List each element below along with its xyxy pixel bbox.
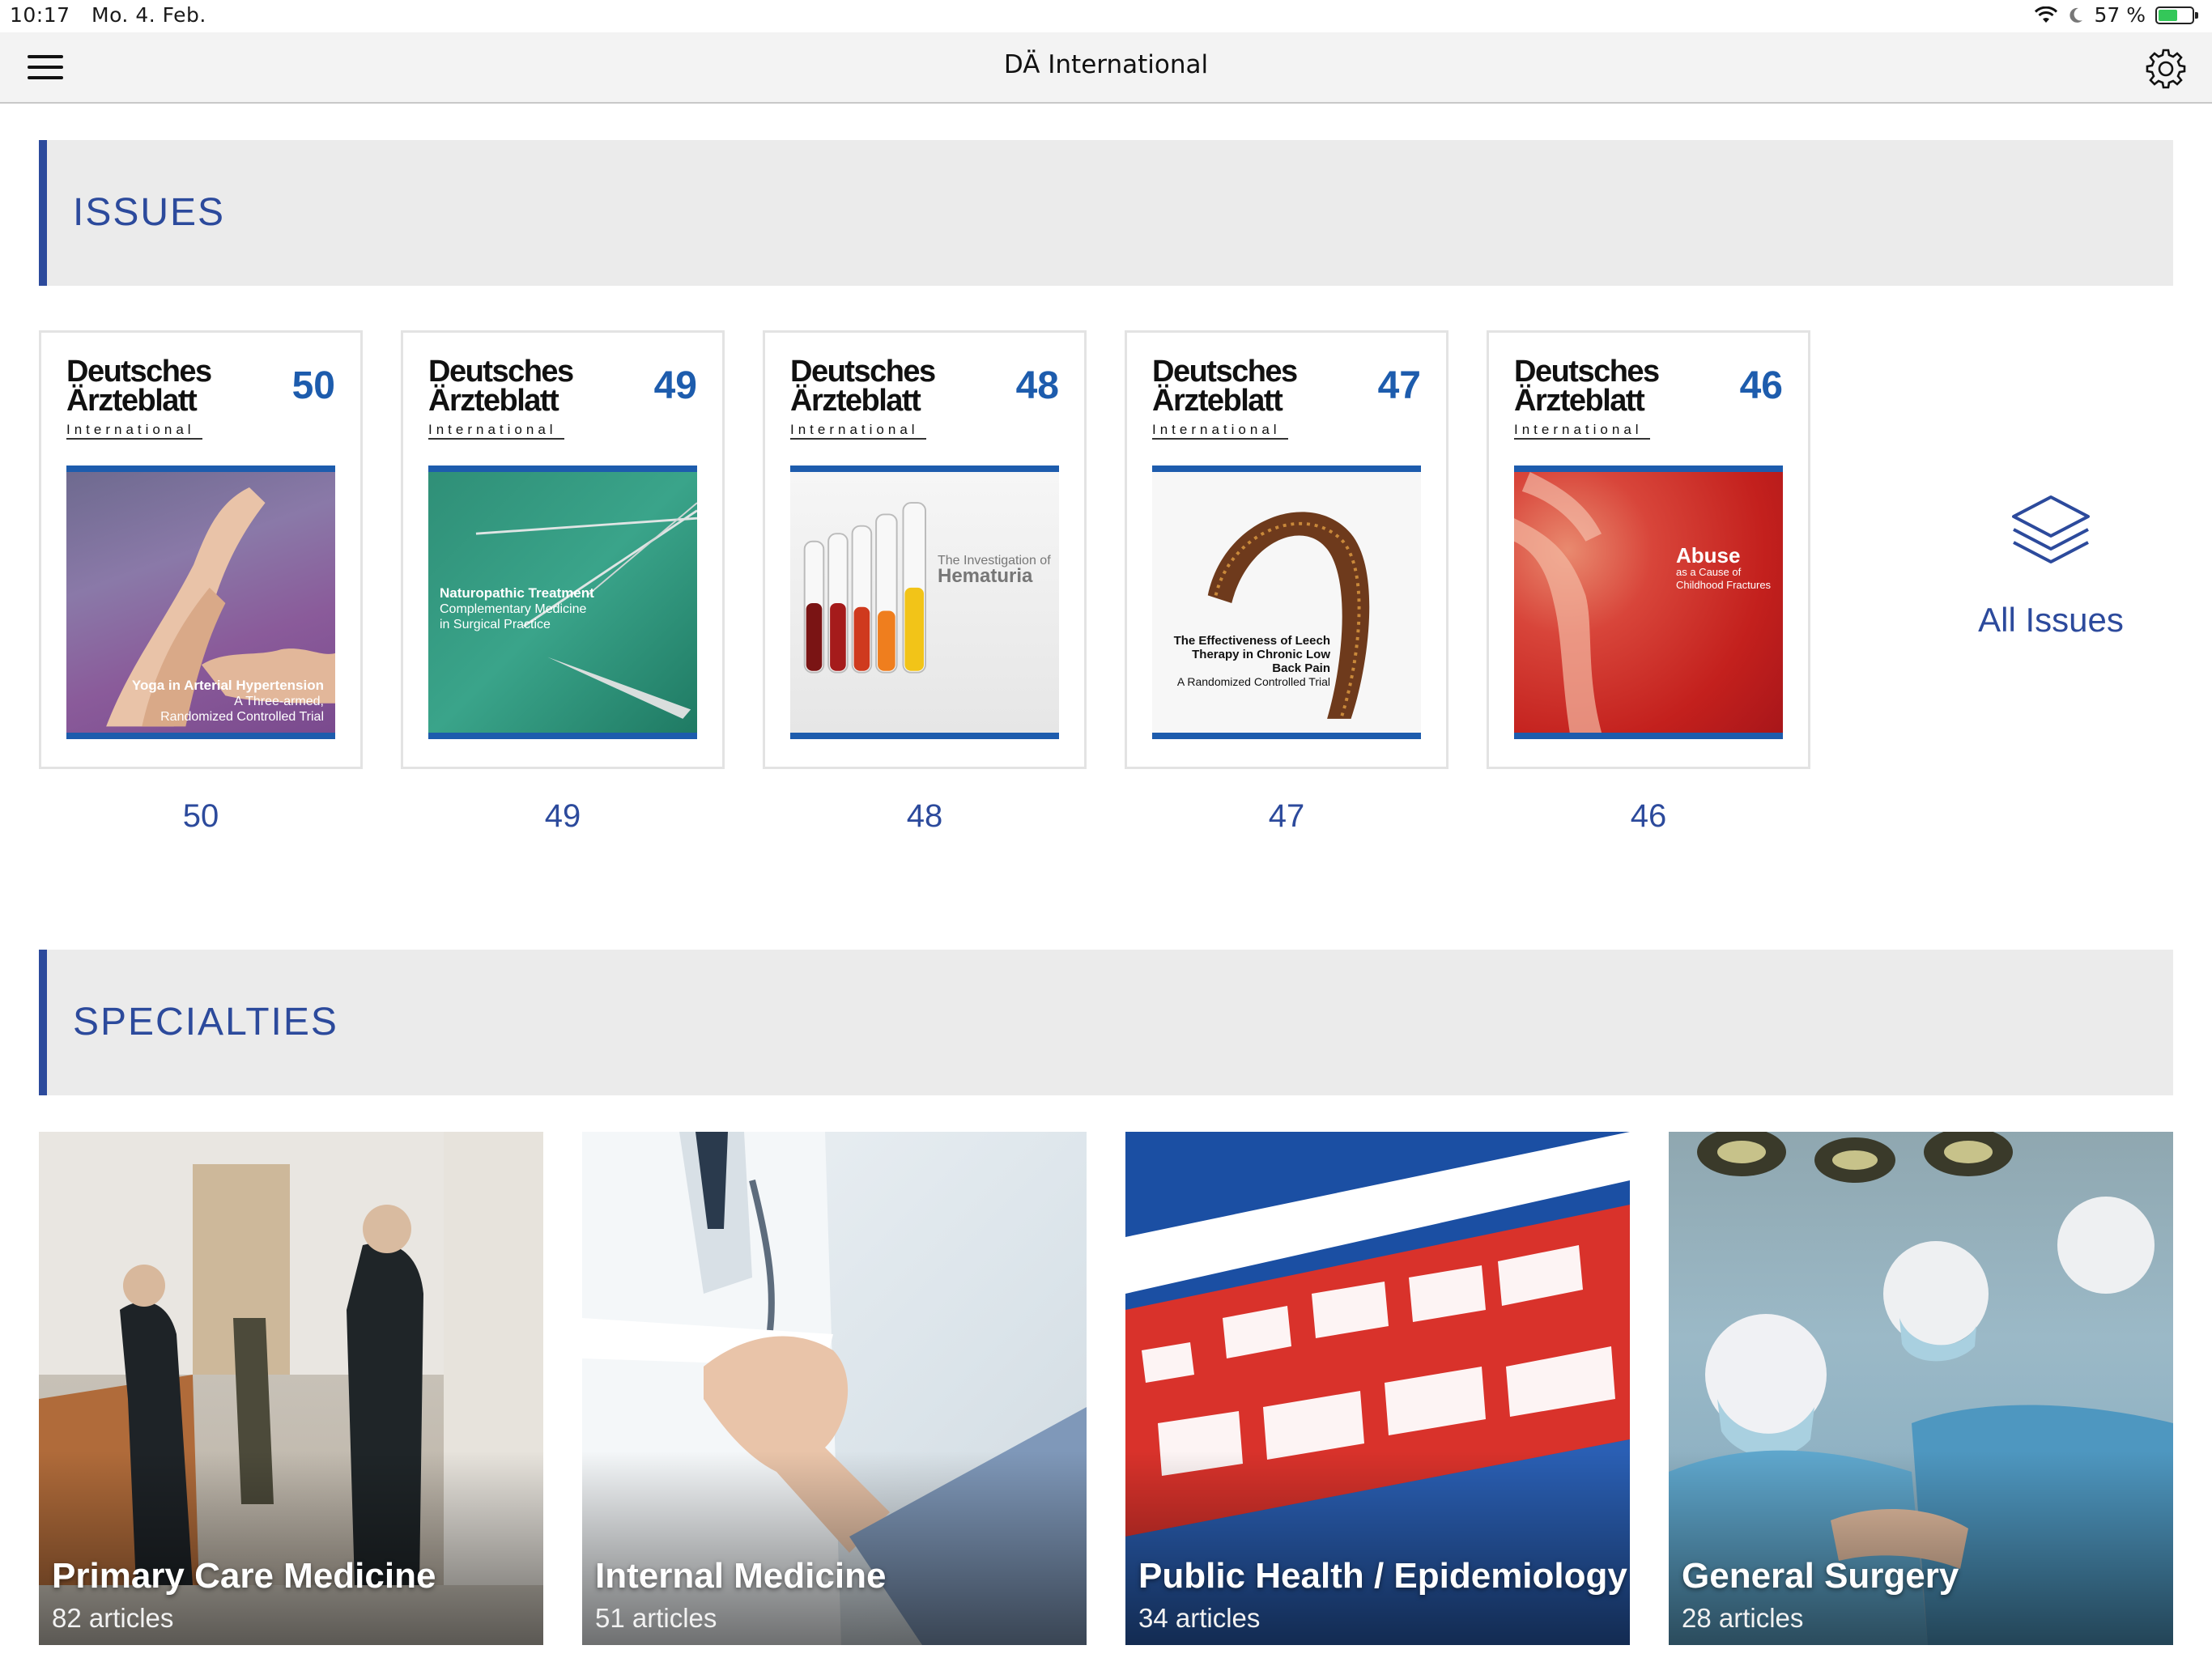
- cover-issue-number: 47: [1377, 364, 1421, 407]
- specialty-name: Primary Care Medicine: [52, 1556, 436, 1596]
- cover-title: The Effectiveness of Leech Therapy in Ch…: [1173, 634, 1330, 675]
- cover-image: Abuse as a Cause of Childhood Fractures: [1514, 466, 1783, 739]
- issue-50: Deutsches Ärzteblatt International 50 Yo…: [39, 330, 363, 835]
- cover-subtitle-1: A Randomized Controlled Trial: [1176, 675, 1330, 688]
- status-time: 10:17: [10, 3, 70, 27]
- cover-masthead: Deutsches Ärzteblatt International 47: [1152, 356, 1421, 454]
- specialty-name: Internal Medicine: [595, 1556, 887, 1596]
- cover-image: Yoga in Arterial Hypertension A Three-ar…: [66, 466, 335, 739]
- masthead-line3: International: [1514, 422, 1650, 440]
- status-date: Mo. 4. Feb.: [91, 3, 206, 27]
- cover-image: Naturopathic Treatment Complementary Med…: [428, 466, 697, 739]
- specialty-article-count: 34 articles: [1138, 1603, 1261, 1633]
- cover-masthead: Deutsches Ärzteblatt International 50: [66, 356, 335, 454]
- issue-47: Deutsches Ärzteblatt International 47 Th…: [1125, 330, 1448, 835]
- cover-issue-number: 46: [1739, 364, 1783, 407]
- cover-issue-number: 48: [1015, 364, 1059, 407]
- cover-title: Abuse: [1676, 543, 1741, 568]
- cover-subtitle-2: in Surgical Practice: [440, 618, 551, 631]
- masthead-line3: International: [66, 422, 202, 440]
- specialty-tile-general-surgery[interactable]: General Surgery 28 articles: [1669, 1132, 2173, 1645]
- issue-46: Deutsches Ärzteblatt International 46 Ab…: [1487, 330, 1810, 835]
- specialty-tile-public-health[interactable]: Public Health / Epidemiology 34 articles: [1125, 1132, 1630, 1645]
- battery-fill: [2159, 9, 2177, 21]
- cover-headline: Abuse as a Cause of Childhood Fractures: [1676, 545, 1772, 592]
- status-indicators: 57 %: [2034, 3, 2198, 27]
- cover-image: The Investigation of Hematuria: [790, 466, 1059, 739]
- specialty-name: General Surgery: [1682, 1556, 1959, 1596]
- moon-icon: [2069, 7, 2083, 23]
- masthead-line3: International: [790, 422, 926, 440]
- issue-caption[interactable]: 50: [39, 798, 363, 835]
- status-bar: 10:17 Mo. 4. Feb. 57 %: [0, 0, 2212, 32]
- cover-title: Yoga in Arterial Hypertension: [131, 678, 324, 693]
- issues-section-label: ISSUES: [73, 191, 226, 234]
- masthead-line3: International: [1152, 422, 1288, 440]
- specialties-section-label: SPECIALTIES: [73, 1001, 338, 1044]
- issue-48: Deutsches Ärzteblatt International 48 Th…: [763, 330, 1087, 835]
- all-issues-button[interactable]: All Issues: [1917, 492, 2184, 640]
- layers-icon: [2012, 495, 2090, 563]
- app-title: DÄ International: [1003, 50, 1209, 79]
- issues-row: Deutsches Ärzteblatt International 50 Yo…: [39, 330, 2173, 848]
- cover-masthead: Deutsches Ärzteblatt International 46: [1514, 356, 1783, 454]
- issue-cover-card[interactable]: Deutsches Ärzteblatt International 50 Yo…: [39, 330, 363, 769]
- issue-49: Deutsches Ärzteblatt International 49 Na…: [401, 330, 725, 835]
- cover-subtitle-2: Randomized Controlled Trial: [160, 710, 324, 724]
- battery-icon: [2155, 6, 2198, 24]
- cover-issue-number: 49: [653, 364, 697, 407]
- specialty-tile-primary-care[interactable]: Primary Care Medicine 82 articles: [39, 1132, 543, 1645]
- issue-cover-card[interactable]: Deutsches Ärzteblatt International 48 Th…: [763, 330, 1087, 769]
- specialties-section-header: SPECIALTIES: [39, 950, 2173, 1095]
- specialty-article-count: 51 articles: [595, 1603, 717, 1633]
- cover-subtitle-1: Complementary Medicine: [440, 602, 587, 616]
- issue-caption[interactable]: 48: [763, 798, 1087, 835]
- wifi-icon: [2035, 6, 2058, 23]
- navigation-bar: DÄ International: [0, 32, 2212, 104]
- cover-subtitle-1: as a Cause of: [1676, 566, 1742, 578]
- cover-headline: Yoga in Arterial Hypertension A Three-ar…: [132, 678, 324, 725]
- specialty-article-count: 28 articles: [1682, 1603, 1804, 1633]
- issue-cover-card[interactable]: Deutsches Ärzteblatt International 49 Na…: [401, 330, 725, 769]
- issue-caption[interactable]: 47: [1125, 798, 1448, 835]
- cover-image: The Effectiveness of Leech Therapy in Ch…: [1152, 466, 1421, 739]
- cover-title: Hematuria: [938, 565, 1033, 587]
- issue-cover-card[interactable]: Deutsches Ärzteblatt International 46 Ab…: [1487, 330, 1810, 769]
- issue-caption[interactable]: 46: [1487, 798, 1810, 835]
- cover-headline: The Effectiveness of Leech Therapy in Ch…: [1168, 634, 1330, 689]
- cover-subtitle-2: Childhood Fractures: [1676, 579, 1772, 591]
- cover-masthead: Deutsches Ärzteblatt International 48: [790, 356, 1059, 454]
- cover-headline: The Investigation of Hematuria: [938, 553, 1051, 586]
- cover-masthead: Deutsches Ärzteblatt International 49: [428, 356, 697, 454]
- specialty-tile-internal-medicine[interactable]: Internal Medicine 51 articles: [582, 1132, 1087, 1645]
- status-time-date: 10:17 Mo. 4. Feb.: [10, 3, 221, 27]
- cover-title: Naturopathic Treatment: [440, 585, 594, 601]
- gear-icon[interactable]: [2144, 47, 2188, 91]
- cover-issue-number: 50: [291, 364, 335, 407]
- issue-cover-card[interactable]: Deutsches Ärzteblatt International 47 Th…: [1125, 330, 1448, 769]
- all-issues-label: All Issues: [1978, 601, 2124, 639]
- issue-caption[interactable]: 49: [401, 798, 725, 835]
- cover-subtitle-1: A Three-armed,: [234, 695, 324, 708]
- battery-percent: 57 %: [2094, 3, 2146, 27]
- specialty-article-count: 82 articles: [52, 1603, 174, 1633]
- cover-headline: Naturopathic Treatment Complementary Med…: [440, 585, 594, 632]
- specialty-name: Public Health / Epidemiology: [1138, 1556, 1627, 1596]
- issues-section-header: ISSUES: [39, 140, 2173, 286]
- masthead-line3: International: [428, 422, 564, 440]
